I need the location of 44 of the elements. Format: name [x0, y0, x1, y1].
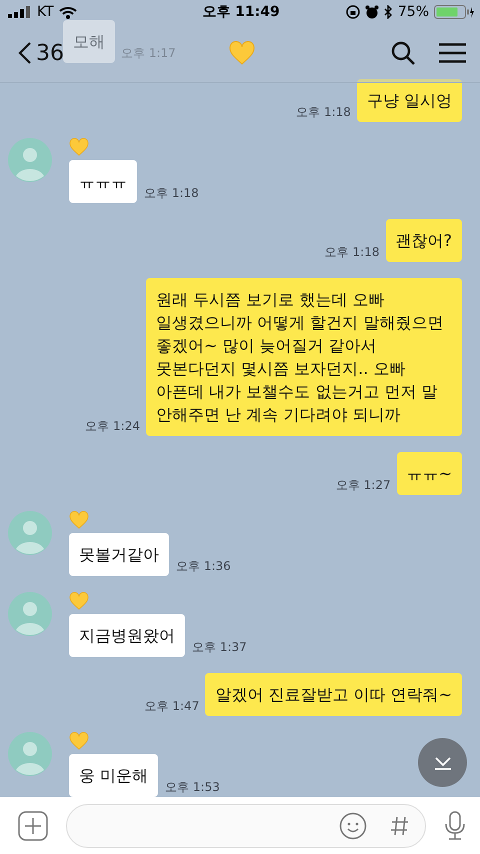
clock: 오후 11:49: [202, 3, 280, 21]
scroll-down-icon: [434, 756, 452, 770]
carrier-name: KT: [37, 4, 54, 20]
message-time: 오후 1:17: [121, 45, 176, 62]
scroll-down-button[interactable]: [418, 738, 467, 787]
message-bubble: 못볼거같아: [69, 533, 169, 576]
menu-icon[interactable]: [438, 43, 466, 63]
message-time: 오후 1:18: [324, 244, 380, 261]
hashtag-icon[interactable]: [391, 816, 409, 836]
emoji-icon[interactable]: [339, 812, 367, 840]
message-bubble: 모해: [63, 20, 115, 63]
battery-icon: [434, 5, 474, 19]
message-bubble: 알겠어 진료잘받고 이따 연락줘~: [205, 673, 462, 716]
heart-icon: [69, 732, 89, 750]
message-bubble: 괜찮어?: [386, 219, 462, 262]
back-icon: [18, 41, 32, 65]
message-input[interactable]: [66, 804, 426, 848]
message-time: 오후 1:37: [192, 639, 247, 656]
message-bubble: 웅 미운해: [69, 754, 158, 797]
message-time: 오후 1:53: [165, 779, 220, 796]
message-time: 오후 1:24: [85, 418, 140, 435]
battery-percent: 75%: [398, 4, 429, 20]
message-bubble: 지금병원왔어: [69, 614, 185, 657]
microphone-icon[interactable]: [444, 810, 466, 840]
message-time: 오후 1:36: [176, 558, 231, 575]
search-icon[interactable]: [390, 41, 415, 65]
signal-icon: [8, 6, 32, 18]
message-time: 오후 1:27: [336, 477, 391, 494]
heart-icon: [69, 592, 89, 610]
message-bubble: 원래 두시쯤 보기로 했는데 오빠 일생겼으니까 어떻게 할건지 말해줬으면 좋겠어~ 많이 늦어질거 같아서 못본다던지 몇시쯤 보자던지.. 오빠 아픈데 내가 보챌수도 없는거고 먼저 말 안해주면 난 계속 기다려야 되니까: [146, 278, 462, 436]
message-time: 오후 1:47: [144, 698, 200, 715]
heart-icon: [69, 511, 89, 529]
wifi-icon: [58, 6, 77, 18]
add-icon[interactable]: [18, 810, 48, 840]
heart-icon: [228, 41, 255, 65]
message-bubble: ㅠㅠㅠ: [69, 160, 137, 203]
rotation-lock-icon: [346, 5, 360, 19]
message-bubble: ㅠㅠ~: [396, 452, 462, 495]
bluetooth-icon: [384, 5, 393, 19]
message-time: 오후 1:18: [144, 185, 199, 202]
message-time: 오후 1:18: [296, 104, 351, 121]
message-bubble: 구냥 일시엉: [356, 79, 462, 122]
heart-icon: [69, 138, 89, 156]
back-button[interactable]: 36: [18, 40, 64, 66]
